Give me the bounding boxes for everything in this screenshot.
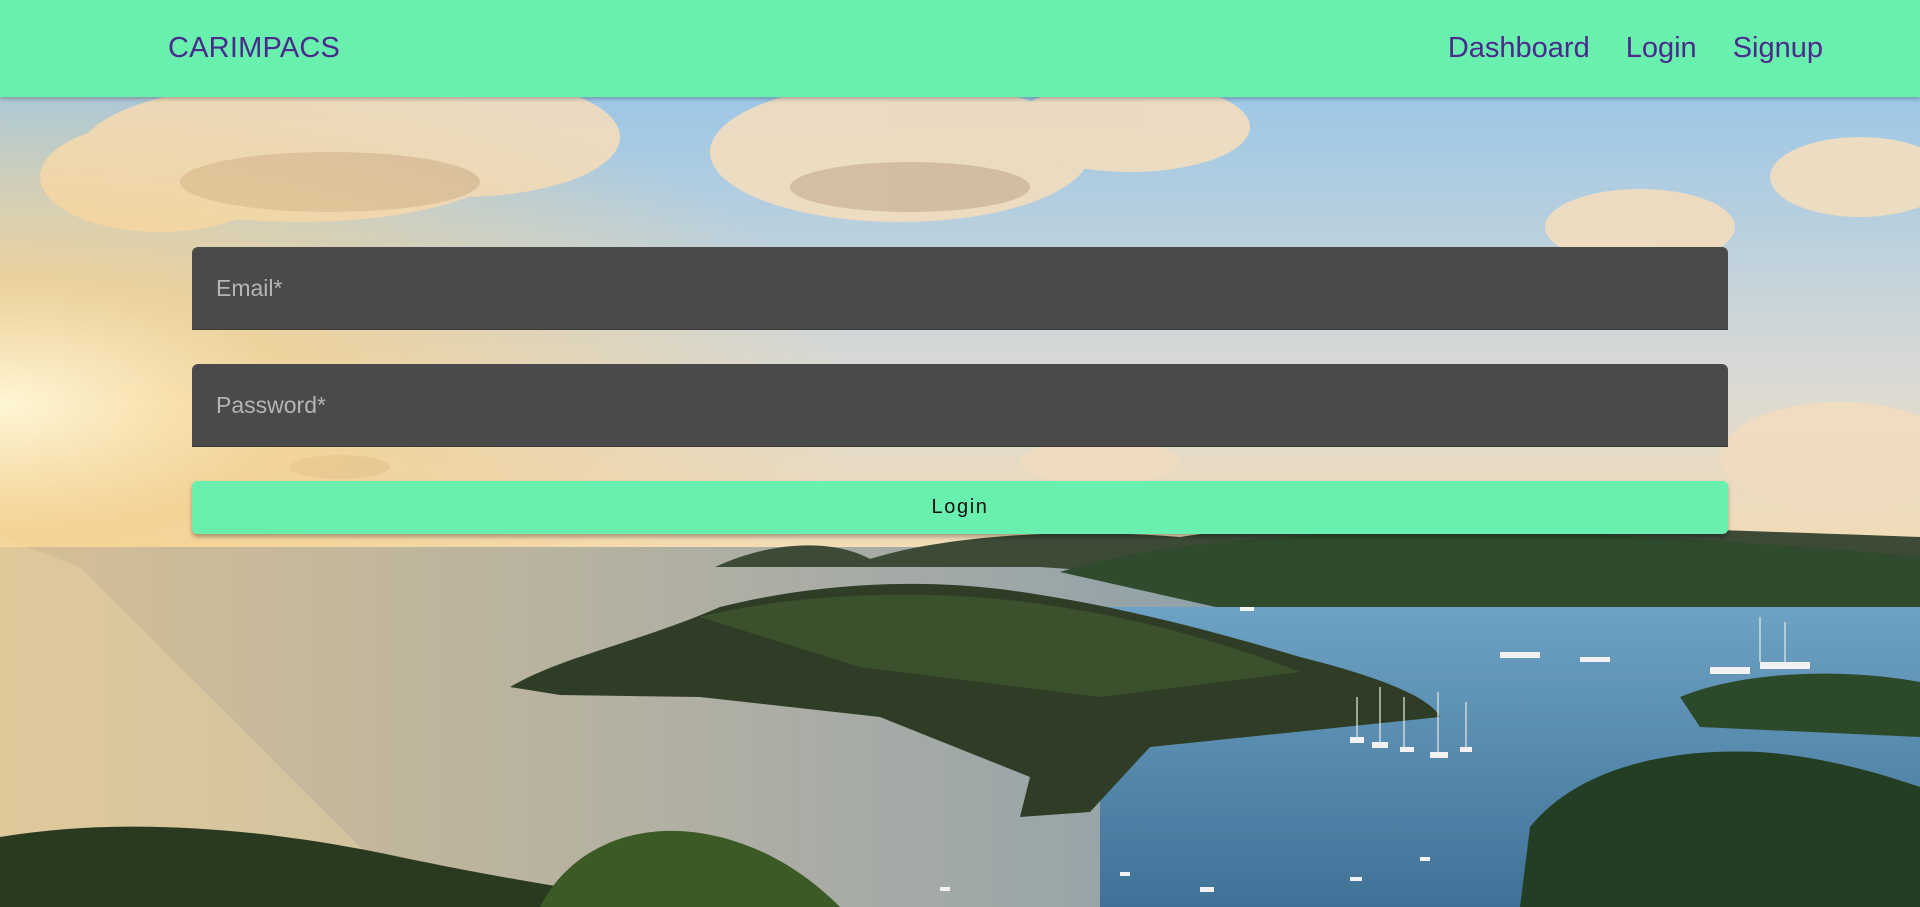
login-form: Login (192, 247, 1728, 534)
nav-links: Dashboard Login Signup (1448, 32, 1823, 65)
nav-link-dashboard[interactable]: Dashboard (1448, 32, 1590, 65)
brand-logo-text[interactable]: CARIMPACS (168, 32, 340, 65)
top-navbar: CARIMPACS Dashboard Login Signup (0, 0, 1920, 97)
email-field-container (192, 247, 1728, 330)
nav-link-login[interactable]: Login (1626, 32, 1697, 65)
login-submit-button[interactable]: Login (192, 481, 1728, 534)
email-input[interactable] (192, 247, 1728, 329)
nav-link-signup[interactable]: Signup (1733, 32, 1823, 65)
password-field-container (192, 364, 1728, 447)
password-input[interactable] (192, 364, 1728, 446)
